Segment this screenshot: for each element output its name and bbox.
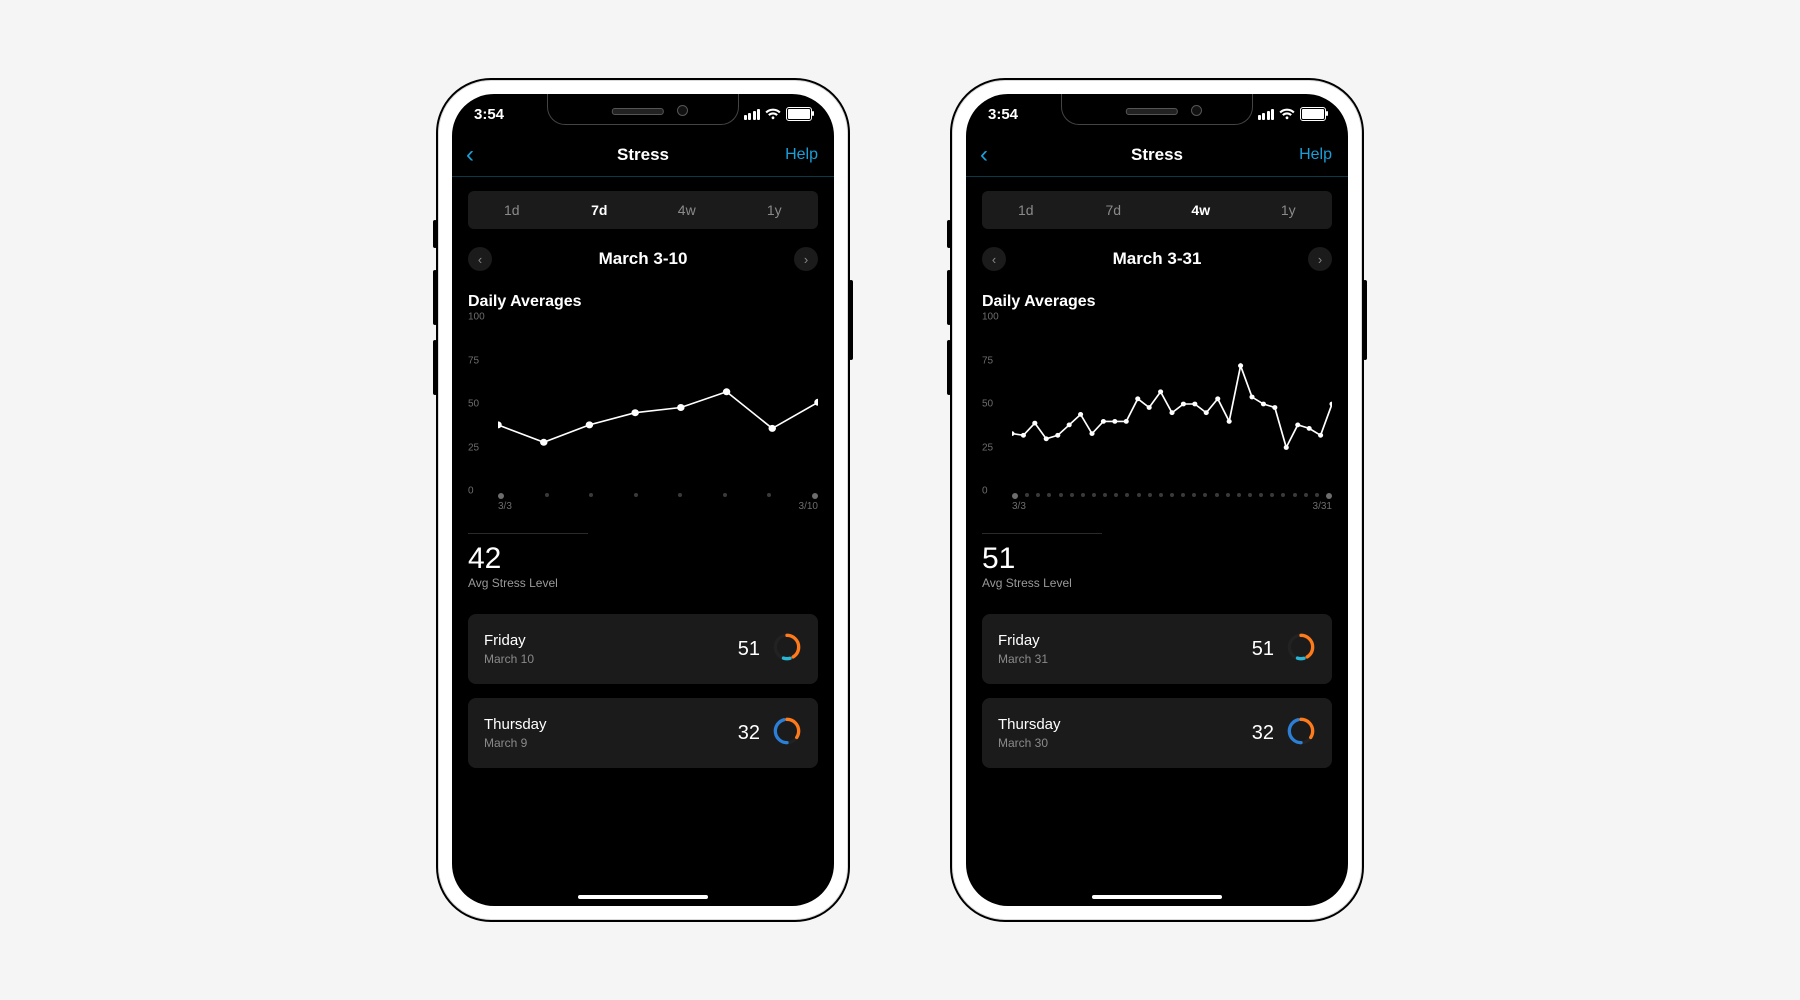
stress-ring-icon (772, 632, 802, 667)
card-value: 32 (1252, 722, 1274, 745)
status-time: 3:54 (988, 106, 1018, 123)
day-card[interactable]: Friday March 10 51 (468, 614, 818, 684)
segment-4w[interactable]: 4w (643, 191, 731, 229)
segment-1y[interactable]: 1y (731, 191, 819, 229)
time-range-segment: 1d7d4w1y (468, 191, 818, 229)
battery-icon (1300, 107, 1326, 121)
nav-bar: ‹ Stress Help (966, 134, 1348, 177)
divider (468, 533, 588, 534)
cellular-icon (1258, 109, 1275, 120)
chart-section-title: Daily Averages (982, 293, 1332, 311)
avg-label: Avg Stress Level (468, 576, 818, 590)
cellular-icon (744, 109, 761, 120)
segment-7d[interactable]: 7d (556, 191, 644, 229)
segment-7d[interactable]: 7d (1070, 191, 1158, 229)
page-title: Stress (1131, 145, 1183, 165)
avg-value: 51 (982, 544, 1332, 574)
wifi-icon (765, 108, 781, 120)
nav-bar: ‹ Stress Help (452, 134, 834, 177)
stress-ring-icon (1286, 716, 1316, 751)
day-card[interactable]: Friday March 31 51 (982, 614, 1332, 684)
date-range: March 3-31 (1113, 249, 1202, 269)
card-day: Thursday (998, 716, 1061, 733)
card-date: March 31 (998, 652, 1048, 666)
next-range-button[interactable]: › (1308, 247, 1332, 271)
card-value: 51 (738, 638, 760, 661)
card-date: March 9 (484, 736, 547, 750)
day-card[interactable]: Thursday March 9 32 (468, 698, 818, 768)
date-range: March 3-10 (599, 249, 688, 269)
card-day: Friday (998, 632, 1048, 649)
avg-label: Avg Stress Level (982, 576, 1332, 590)
phone-notch (547, 94, 739, 125)
page-title: Stress (617, 145, 669, 165)
back-button[interactable]: ‹ (466, 141, 474, 169)
battery-icon (786, 107, 812, 121)
y-axis: 0255075100 (982, 317, 1010, 491)
card-date: March 30 (998, 736, 1061, 750)
card-date: March 10 (484, 652, 534, 666)
y-axis: 0255075100 (468, 317, 496, 491)
divider (982, 533, 1102, 534)
segment-4w[interactable]: 4w (1157, 191, 1245, 229)
prev-range-button[interactable]: ‹ (982, 247, 1006, 271)
line-chart[interactable]: 0255075100 3/33/10 (468, 317, 818, 517)
wifi-icon (1279, 108, 1295, 120)
phone-frame: 3:54 ‹ Stress Help 1d7d4w1y ‹ March (436, 78, 850, 922)
help-link[interactable]: Help (785, 146, 818, 164)
time-range-segment: 1d7d4w1y (982, 191, 1332, 229)
stress-ring-icon (1286, 632, 1316, 667)
segment-1d[interactable]: 1d (468, 191, 556, 229)
card-day: Friday (484, 632, 534, 649)
segment-1d[interactable]: 1d (982, 191, 1070, 229)
card-day: Thursday (484, 716, 547, 733)
home-indicator[interactable] (578, 895, 708, 899)
avg-value: 42 (468, 544, 818, 574)
card-value: 51 (1252, 638, 1274, 661)
x-axis: 3/33/31 (1012, 491, 1332, 517)
segment-1y[interactable]: 1y (1245, 191, 1333, 229)
day-card[interactable]: Thursday March 30 32 (982, 698, 1332, 768)
x-axis: 3/33/10 (498, 491, 818, 517)
line-chart[interactable]: 0255075100 3/33/31 (982, 317, 1332, 517)
prev-range-button[interactable]: ‹ (468, 247, 492, 271)
phone-notch (1061, 94, 1253, 125)
card-value: 32 (738, 722, 760, 745)
help-link[interactable]: Help (1299, 146, 1332, 164)
stress-ring-icon (772, 716, 802, 751)
chart-section-title: Daily Averages (468, 293, 818, 311)
next-range-button[interactable]: › (794, 247, 818, 271)
home-indicator[interactable] (1092, 895, 1222, 899)
status-time: 3:54 (474, 106, 504, 123)
back-button[interactable]: ‹ (980, 141, 988, 169)
phone-frame: 3:54 ‹ Stress Help 1d7d4w1y ‹ March (950, 78, 1364, 922)
